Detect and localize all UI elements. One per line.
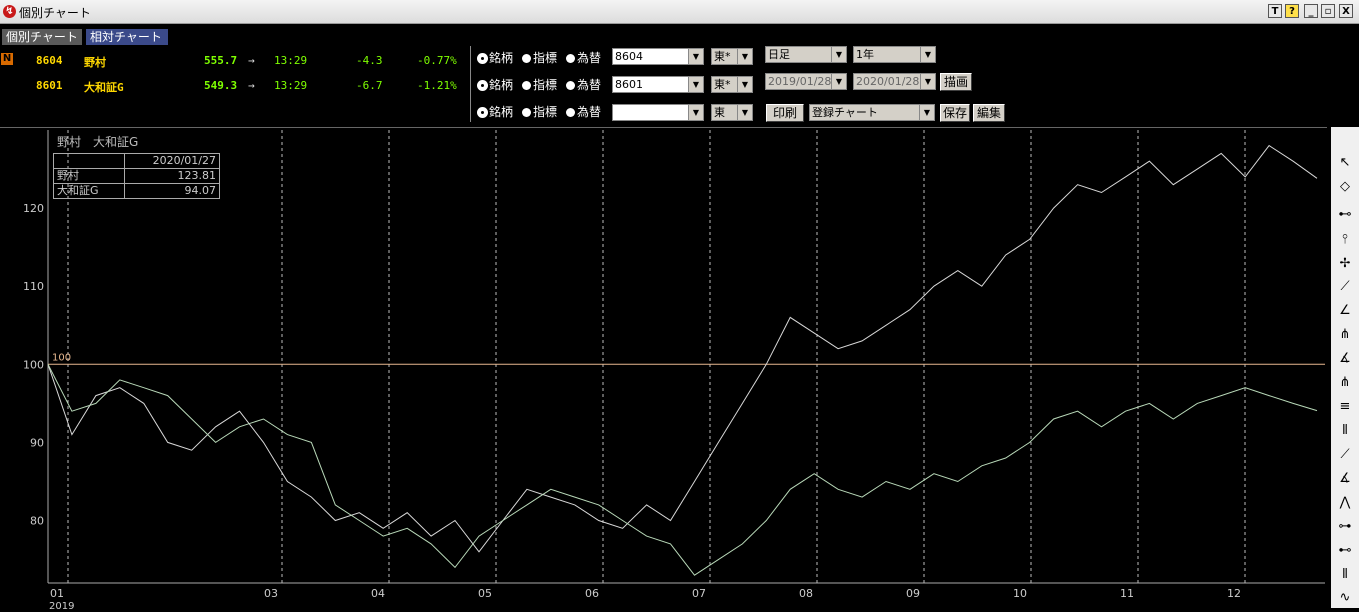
x-tick-label: 07 [692, 587, 706, 600]
quote-time: 13:29 [274, 79, 308, 92]
cycle-lines-icon[interactable]: ⦀ [1335, 565, 1355, 585]
edit-button[interactable]: 編集 [973, 104, 1005, 122]
fan-icon[interactable]: ⋔ [1335, 325, 1355, 345]
series-line-daiwa [47, 364, 1318, 576]
quote-arrow: → [248, 54, 255, 67]
y-tick-label: 80 [30, 515, 44, 528]
market-combo[interactable]: 東 ▼ [711, 104, 753, 121]
quote-name: 大和証G [84, 81, 124, 94]
fibonacci-time-icon[interactable]: ⫴ [1335, 421, 1355, 441]
market-combo[interactable]: 東* ▼ [711, 76, 753, 93]
series-line-nomura [47, 144, 1318, 553]
legend-name: 野村 [53, 168, 125, 184]
radio-stock[interactable]: 銘柄 [478, 78, 513, 92]
quote-time: 13:29 [274, 54, 308, 67]
quote-price: 549.3 [204, 79, 238, 92]
x-tick-label: 08 [799, 587, 813, 600]
t-button[interactable]: T [1268, 4, 1282, 18]
registered-chart-combo[interactable]: 登録チャート ▼ [809, 104, 935, 121]
legend-date: 2020/01/27 [124, 153, 220, 169]
zigzag-icon[interactable]: ⋀ [1335, 493, 1355, 513]
minimize-button[interactable]: _ [1304, 4, 1318, 18]
horizontal-line-icon[interactable]: ⊷ [1335, 205, 1355, 225]
window-titlebar: ↯ 個別チャート T ? _ ▫ X [0, 0, 1359, 24]
tab-relative-chart[interactable]: 相対チャート [86, 29, 168, 45]
window-title: 個別チャート [19, 6, 91, 20]
crosshair-icon[interactable]: ✢ [1335, 254, 1355, 274]
angle-line-icon[interactable]: ∠ [1335, 301, 1355, 321]
date-from-picker[interactable]: 2019/01/28 ▼ [765, 73, 847, 90]
trend-line-icon[interactable]: ⟋ [1335, 277, 1355, 297]
date-to-picker[interactable]: 2020/01/28 ▼ [853, 73, 936, 90]
legend-value: 123.81 [124, 168, 220, 184]
quote-change: -4.3 [356, 54, 383, 67]
radio-forex[interactable]: 為替 [566, 105, 601, 119]
close-button[interactable]: X [1339, 4, 1353, 18]
x-tick-label: 06 [585, 587, 599, 600]
base-line-label: 100 [52, 352, 71, 363]
radio-forex[interactable]: 為替 [566, 78, 601, 92]
drawing-toolbar: ↖ ◇ ⊷ ⫯ ✢ ⟋ ∠ ⋔ ∡ ⋔ ≡ ⫴ ⟋ ∡ ⋀ ⊶ ⊷ ⦀ ∿ [1331, 127, 1359, 608]
quote-pct: -1.21% [417, 79, 457, 92]
radio-indicator[interactable]: 指標 [522, 51, 557, 65]
code-combo[interactable]: 8604 ▼ [612, 48, 704, 65]
channel-icon[interactable]: ≡ [1335, 397, 1355, 417]
x-tick-label: 10 [1013, 587, 1027, 600]
x-tick-label: 01 [50, 587, 64, 600]
y-tick-label: 110 [23, 280, 44, 293]
tab-individual-chart[interactable]: 個別チャート [2, 29, 82, 45]
cursor-icon[interactable]: ↖ [1335, 153, 1355, 173]
quote-code: 8601 [36, 79, 63, 92]
code-combo[interactable]: 8601 ▼ [612, 76, 704, 93]
x-tick-label: 04 [371, 587, 385, 600]
x-tick-label: 05 [478, 587, 492, 600]
radio-stock[interactable]: 銘柄 [478, 51, 513, 65]
y-tick-label: 120 [23, 202, 44, 215]
range-combo[interactable]: 1年 ▼ [853, 46, 936, 63]
print-button[interactable]: 印刷 [766, 104, 804, 122]
radio-forex[interactable]: 為替 [566, 51, 601, 65]
y-tick-label: 90 [30, 436, 44, 449]
speed-lines-icon[interactable]: ⋔ [1335, 373, 1355, 393]
gann-icon[interactable]: ∡ [1335, 469, 1355, 489]
eraser-icon[interactable]: ◇ [1335, 177, 1355, 197]
x-tick-label: 12 [1227, 587, 1241, 600]
restore-button[interactable]: ▫ [1321, 4, 1335, 18]
radio-stock[interactable]: 銘柄 [478, 105, 513, 119]
help-button[interactable]: ? [1285, 4, 1299, 18]
period-type-combo[interactable]: 日足 ▼ [765, 46, 847, 63]
four-point-icon[interactable]: ⊷ [1335, 541, 1355, 561]
header-divider [470, 46, 471, 122]
radio-indicator[interactable]: 指標 [522, 78, 557, 92]
x-tick-label: 03 [264, 587, 278, 600]
legend-name: 大和証G [53, 183, 125, 199]
x-tick-label: 09 [906, 587, 920, 600]
quote-name: 野村 [84, 56, 106, 69]
quote-code: 8604 [36, 54, 63, 67]
quote-price: 555.7 [204, 54, 238, 67]
fibonacci-fan-icon[interactable]: ∡ [1335, 349, 1355, 369]
line-segment-icon[interactable]: ⟋ [1335, 445, 1355, 465]
legend-names: 野村 大和証G [57, 135, 139, 149]
three-point-icon[interactable]: ⊶ [1335, 517, 1355, 537]
vertical-line-icon[interactable]: ⫯ [1335, 230, 1355, 250]
legend-table: 2020/01/27 野村 123.81 大和証G 94.07 [53, 153, 223, 203]
code-combo[interactable]: ▼ [612, 104, 704, 121]
x-tick-label: 11 [1120, 587, 1134, 600]
draw-button[interactable]: 描画 [940, 73, 972, 91]
legend-value: 94.07 [124, 183, 220, 199]
save-button[interactable]: 保存 [940, 104, 970, 122]
wave-icon[interactable]: ∿ [1335, 588, 1355, 608]
app-logo-icon: ↯ [3, 5, 16, 18]
market-combo[interactable]: 東* ▼ [711, 48, 753, 65]
quote-pct: -0.77% [417, 54, 457, 67]
quote-change: -6.7 [356, 79, 383, 92]
y-tick-label: 100 [23, 358, 44, 371]
news-badge[interactable]: N [1, 53, 13, 65]
quote-arrow: → [248, 79, 255, 92]
radio-indicator[interactable]: 指標 [522, 105, 557, 119]
